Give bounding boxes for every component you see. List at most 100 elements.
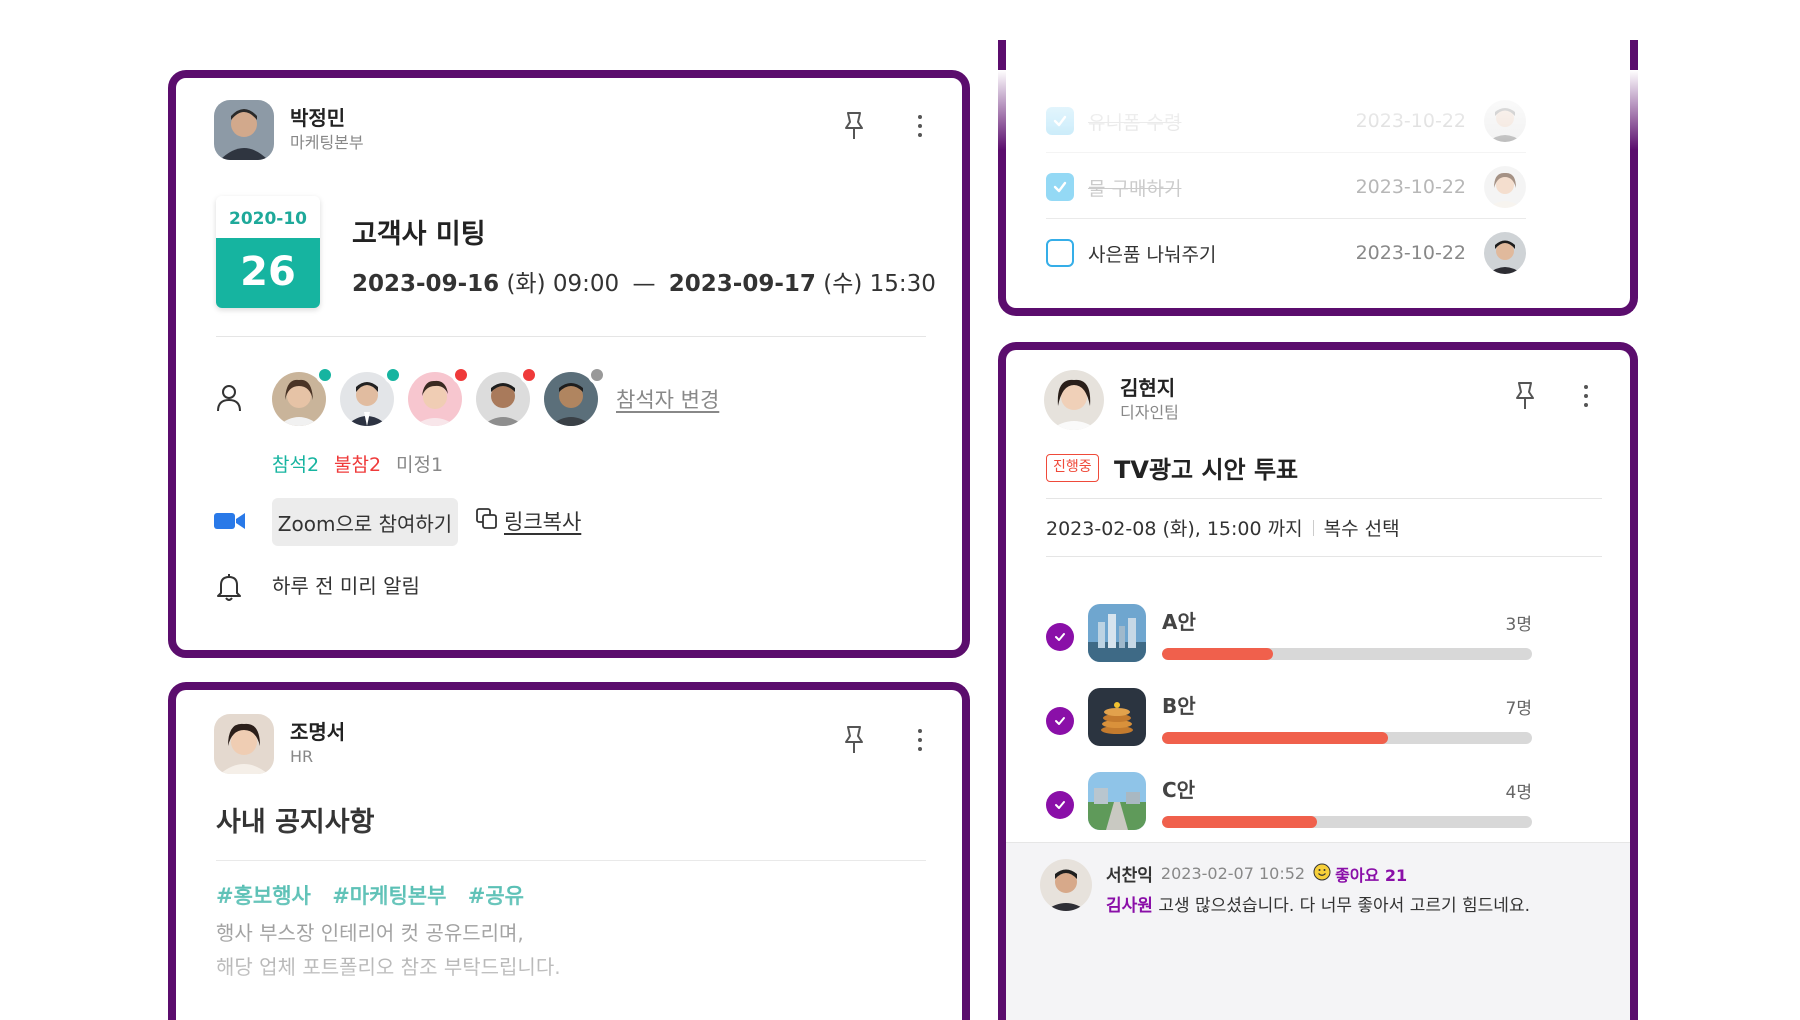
copy-icon	[476, 507, 498, 535]
reminder-text: 하루 전 미리 알림	[272, 574, 420, 598]
notice-body: 행사 부스장 인테리어 컷 공유드리며, 해당 업체 포트폴리오 참조 부탁드립…	[216, 916, 561, 984]
avatar	[1044, 370, 1104, 430]
todo-date: 2023-10-22	[1355, 176, 1466, 198]
option-bar-fill	[1162, 648, 1273, 660]
comment-mention[interactable]: 김사원	[1106, 896, 1153, 916]
tag[interactable]: #홍보행사	[216, 884, 311, 908]
option-check-icon[interactable]	[1046, 707, 1074, 735]
undecided-count: 미정1	[396, 454, 444, 476]
change-attendees-link[interactable]: 참석자 변경	[616, 384, 719, 414]
divider	[1046, 152, 1526, 153]
end-weekday: (수)	[823, 271, 863, 297]
option-label: C안	[1162, 778, 1196, 802]
option-label: B안	[1162, 694, 1196, 718]
todo-label: 사은품 나눠주기	[1088, 243, 1217, 266]
author-name: 박정민	[290, 106, 346, 130]
undecided-status-dot	[588, 366, 606, 384]
more-options-icon[interactable]	[910, 111, 930, 141]
poll-deadline: 2023-02-08 (화), 15:00 까지	[1046, 518, 1303, 540]
option-check-icon[interactable]	[1046, 791, 1074, 819]
todo-item[interactable]: 물 구매하기 2023-10-22	[1046, 158, 1526, 216]
more-options-icon[interactable]	[1576, 381, 1596, 411]
start-date: 2023-09-16	[352, 271, 500, 297]
option-label: A안	[1162, 610, 1196, 634]
tag[interactable]: #공유	[468, 884, 524, 908]
notice-title: 사내 공지사항	[216, 807, 375, 838]
poll-option[interactable]: B안 7명	[1046, 688, 1532, 754]
end-time: 15:30	[869, 271, 936, 297]
author-dept: HR	[290, 747, 314, 766]
start-weekday: (화)	[506, 271, 546, 297]
author-name: 김현지	[1120, 376, 1176, 400]
poll-mode: 복수 선택	[1323, 518, 1400, 540]
poll-title: TV광고 시안 투표	[1114, 456, 1299, 484]
tag[interactable]: #마케팅본부	[332, 884, 446, 908]
divider	[1046, 556, 1602, 557]
status-badge: 진행중	[1046, 454, 1099, 482]
attend-status-dot	[384, 366, 402, 384]
like-count[interactable]: 좋아요 21	[1335, 862, 1407, 886]
notice-body-line: 해당 업체 포트폴리오 참조 부탁드립니다.	[216, 955, 561, 979]
event-author: 박정민 마케팅본부	[214, 100, 364, 160]
option-bar-fill	[1162, 732, 1388, 744]
divider	[1046, 218, 1526, 219]
todo-date: 2023-10-22	[1355, 242, 1466, 264]
range-separator: —	[632, 271, 656, 297]
todo-label: 물 구매하기	[1088, 177, 1182, 200]
option-thumbnail	[1088, 604, 1146, 662]
poll-option[interactable]: C안 4명	[1046, 772, 1532, 838]
commenter-avatar	[1040, 859, 1092, 911]
calendar-icon: 2020-10 26	[216, 196, 320, 308]
avatar	[214, 714, 274, 774]
option-bar	[1162, 648, 1532, 660]
copy-link-button[interactable]: 링크복사	[476, 506, 581, 536]
todo-card: 유니폼 수령 2023-10-22 물 구매하기 2023-10-22 사은품 …	[998, 40, 1638, 316]
option-thumbnail	[1088, 772, 1146, 830]
option-count: 3명	[1505, 615, 1532, 635]
attendee-avatar[interactable]	[340, 366, 402, 426]
absent-status-dot	[452, 366, 470, 384]
tag-list: #홍보행사 #마케팅본부 #공유	[216, 880, 538, 910]
option-bar-fill	[1162, 816, 1318, 828]
calendar-day: 26	[216, 238, 320, 308]
more-options-icon[interactable]	[910, 725, 930, 755]
poll-card: 김현지 디자인팀 진행중 TV광고 시안 투표 2023-02-08 (화), …	[998, 342, 1638, 1020]
todo-item[interactable]: 사은품 나눠주기 2023-10-22	[1046, 224, 1526, 282]
start-time: 09:00	[552, 271, 620, 297]
attend-count: 참석2	[272, 454, 320, 476]
video-camera-icon	[214, 510, 246, 536]
option-count: 4명	[1505, 783, 1532, 803]
pin-icon[interactable]	[841, 110, 867, 142]
poll-meta: 2023-02-08 (화), 15:00 까지 복수 선택	[1046, 514, 1400, 541]
person-icon	[216, 384, 242, 416]
join-zoom-button[interactable]: Zoom으로 참여하기	[272, 498, 458, 546]
author-dept: 마케팅본부	[290, 133, 364, 152]
assignee-avatar	[1484, 232, 1526, 274]
attendee-avatar[interactable]	[408, 366, 470, 426]
poll-option[interactable]: A안 3명	[1046, 604, 1532, 670]
option-check-icon[interactable]	[1046, 623, 1074, 651]
notice-body-line: 행사 부스장 인테리어 컷 공유드리며,	[216, 921, 524, 945]
notice-card: 조명서 HR 사내 공지사항 #홍보행사 #마케팅본부 #공유 행사 부스장 인…	[168, 682, 970, 1020]
option-thumbnail	[1088, 688, 1146, 746]
checkbox-checked[interactable]	[1046, 173, 1074, 201]
event-title: 고객사 미팅	[352, 219, 486, 250]
checkbox-unchecked[interactable]	[1046, 239, 1074, 267]
option-count: 7명	[1505, 699, 1532, 719]
author-dept: 디자인팀	[1120, 403, 1179, 422]
event-card: 박정민 마케팅본부 2020-10 26 고객사 미팅 2023-09-16 (…	[168, 70, 970, 658]
attendee-avatar[interactable]	[272, 366, 334, 426]
attendee-avatar[interactable]	[476, 366, 538, 426]
calendar-month: 2020-10	[216, 196, 320, 238]
todo-item[interactable]: 유니폼 수령 2023-10-22	[1046, 92, 1526, 150]
option-bar	[1162, 732, 1532, 744]
option-bar	[1162, 816, 1532, 828]
end-date: 2023-09-17	[668, 271, 816, 297]
checkbox-checked[interactable]	[1046, 107, 1074, 135]
comment-section: 서찬익 2023-02-07 10:52 좋아요 21 김사원 고생 많으셨습니…	[1006, 842, 1630, 1020]
pin-icon[interactable]	[841, 724, 867, 756]
attend-status-dot	[316, 366, 334, 384]
attendee-avatar[interactable]	[544, 366, 606, 426]
pin-icon[interactable]	[1512, 380, 1538, 412]
bell-icon	[216, 572, 242, 606]
